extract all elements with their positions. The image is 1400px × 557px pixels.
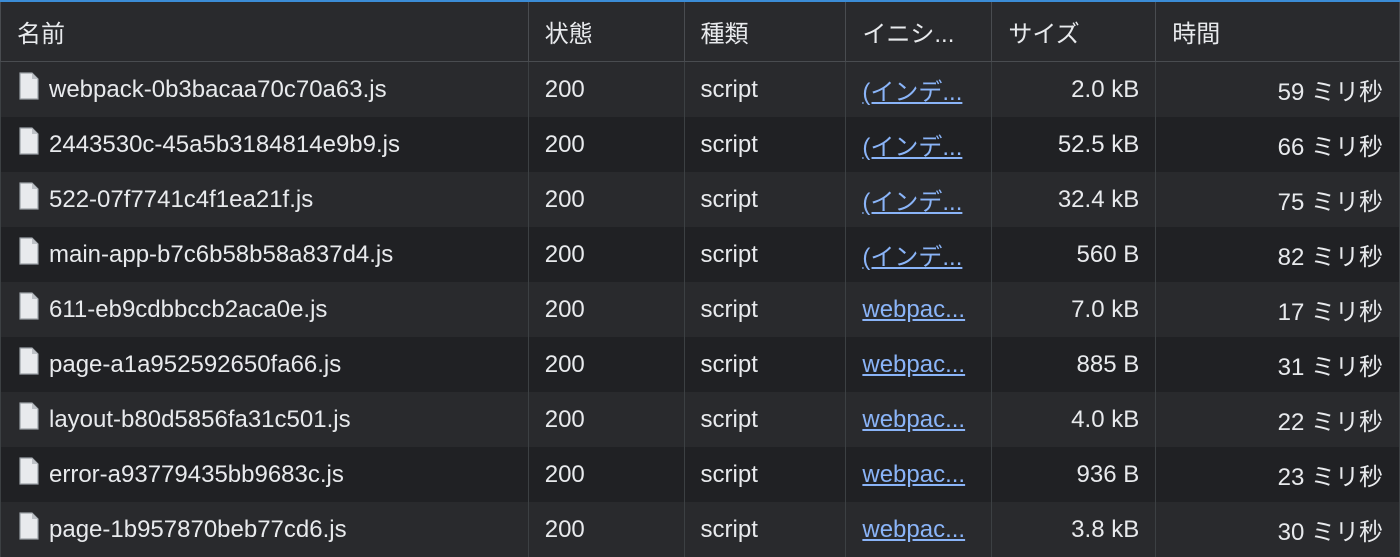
cell-initiator[interactable]: webpac...: [846, 447, 992, 502]
file-name-text: layout-b80d5856fa31c501.js: [49, 406, 351, 434]
cell-name[interactable]: 2443530c-45a5b3184814e9b9.js: [1, 117, 529, 172]
file-name-text: main-app-b7c6b58b58a837d4.js: [49, 241, 393, 269]
network-table: 名前 状態 種類 イニシ... サイズ 時間 webpack-0b3bacaa7…: [0, 0, 1400, 557]
table-header-row: 名前 状態 種類 イニシ... サイズ 時間: [1, 1, 1400, 62]
cell-size: 52.5 kB: [992, 117, 1156, 172]
cell-status: 200: [528, 62, 684, 118]
file-icon: [17, 182, 39, 217]
cell-name[interactable]: 522-07f7741c4f1ea21f.js: [1, 172, 529, 227]
cell-size: 4.0 kB: [992, 392, 1156, 447]
initiator-link[interactable]: (インデ...: [862, 189, 962, 216]
cell-name[interactable]: webpack-0b3bacaa70c70a63.js: [1, 62, 529, 118]
cell-size: 32.4 kB: [992, 172, 1156, 227]
cell-size: 7.0 kB: [992, 282, 1156, 337]
cell-time: 22 ミリ秒: [1156, 392, 1400, 447]
column-header-size[interactable]: サイズ: [992, 1, 1156, 62]
column-header-time[interactable]: 時間: [1156, 1, 1400, 62]
cell-size: 560 B: [992, 227, 1156, 282]
cell-type: script: [684, 172, 846, 227]
file-icon: [17, 457, 39, 492]
cell-type: script: [684, 337, 846, 392]
cell-size: 885 B: [992, 337, 1156, 392]
cell-time: 23 ミリ秒: [1156, 447, 1400, 502]
cell-status: 200: [528, 227, 684, 282]
cell-initiator[interactable]: (インデ...: [846, 172, 992, 227]
cell-size: 936 B: [992, 447, 1156, 502]
initiator-link[interactable]: webpac...: [862, 296, 965, 323]
column-header-initiator[interactable]: イニシ...: [846, 1, 992, 62]
table-row[interactable]: 522-07f7741c4f1ea21f.js 200script (インデ... 3…: [1, 172, 1400, 227]
cell-type: script: [684, 227, 846, 282]
cell-name[interactable]: layout-b80d5856fa31c501.js: [1, 392, 529, 447]
initiator-link[interactable]: webpac...: [862, 461, 965, 488]
cell-initiator[interactable]: webpac...: [846, 337, 992, 392]
column-header-type[interactable]: 種類: [684, 1, 846, 62]
cell-initiator[interactable]: webpac...: [846, 392, 992, 447]
column-header-status[interactable]: 状態: [528, 1, 684, 62]
cell-time: 75 ミリ秒: [1156, 172, 1400, 227]
file-icon: [17, 237, 39, 272]
cell-status: 200: [528, 337, 684, 392]
cell-time: 59 ミリ秒: [1156, 62, 1400, 118]
initiator-link[interactable]: webpac...: [862, 406, 965, 433]
file-icon: [17, 292, 39, 327]
file-icon: [17, 127, 39, 162]
cell-size: 2.0 kB: [992, 62, 1156, 118]
cell-size: 3.8 kB: [992, 502, 1156, 557]
cell-name[interactable]: page-1b957870beb77cd6.js: [1, 502, 529, 557]
cell-initiator[interactable]: (インデ...: [846, 117, 992, 172]
table-row[interactable]: page-1b957870beb77cd6.js 200script webpac.…: [1, 502, 1400, 557]
cell-status: 200: [528, 172, 684, 227]
table-row[interactable]: layout-b80d5856fa31c501.js 200script webpa…: [1, 392, 1400, 447]
file-icon: [17, 512, 39, 547]
cell-status: 200: [528, 447, 684, 502]
cell-type: script: [684, 117, 846, 172]
cell-time: 66 ミリ秒: [1156, 117, 1400, 172]
cell-name[interactable]: error-a93779435bb9683c.js: [1, 447, 529, 502]
initiator-link[interactable]: webpac...: [862, 516, 965, 543]
table-row[interactable]: main-app-b7c6b58b58a837d4.js 200script (イン…: [1, 227, 1400, 282]
cell-time: 31 ミリ秒: [1156, 337, 1400, 392]
file-name-text: 522-07f7741c4f1ea21f.js: [49, 186, 313, 214]
cell-type: script: [684, 447, 846, 502]
file-name-text: 611-eb9cdbbccb2aca0e.js: [49, 296, 327, 324]
column-header-name[interactable]: 名前: [1, 1, 529, 62]
cell-type: script: [684, 502, 846, 557]
cell-initiator[interactable]: webpac...: [846, 282, 992, 337]
table-row[interactable]: page-a1a952592650fa66.js 200script webpac.…: [1, 337, 1400, 392]
cell-time: 82 ミリ秒: [1156, 227, 1400, 282]
cell-time: 30 ミリ秒: [1156, 502, 1400, 557]
cell-type: script: [684, 392, 846, 447]
cell-name[interactable]: page-a1a952592650fa66.js: [1, 337, 529, 392]
file-icon: [17, 347, 39, 382]
cell-name[interactable]: 611-eb9cdbbccb2aca0e.js: [1, 282, 529, 337]
cell-status: 200: [528, 392, 684, 447]
cell-time: 17 ミリ秒: [1156, 282, 1400, 337]
cell-type: script: [684, 62, 846, 118]
file-icon: [17, 402, 39, 437]
file-name-text: page-a1a952592650fa66.js: [49, 351, 341, 379]
initiator-link[interactable]: webpac...: [862, 351, 965, 378]
file-name-text: 2443530c-45a5b3184814e9b9.js: [49, 131, 400, 159]
cell-status: 200: [528, 117, 684, 172]
table-row[interactable]: 2443530c-45a5b3184814e9b9.js 200script (イン…: [1, 117, 1400, 172]
initiator-link[interactable]: (インデ...: [862, 79, 962, 106]
cell-status: 200: [528, 282, 684, 337]
cell-initiator[interactable]: (インデ...: [846, 62, 992, 118]
file-name-text: page-1b957870beb77cd6.js: [49, 516, 347, 544]
cell-name[interactable]: main-app-b7c6b58b58a837d4.js: [1, 227, 529, 282]
file-name-text: webpack-0b3bacaa70c70a63.js: [49, 76, 387, 104]
table-row[interactable]: error-a93779435bb9683c.js 200script webpac…: [1, 447, 1400, 502]
table-row[interactable]: 611-eb9cdbbccb2aca0e.js 200script webpac..…: [1, 282, 1400, 337]
file-name-text: error-a93779435bb9683c.js: [49, 461, 344, 489]
cell-type: script: [684, 282, 846, 337]
cell-status: 200: [528, 502, 684, 557]
initiator-link[interactable]: (インデ...: [862, 134, 962, 161]
cell-initiator[interactable]: webpac...: [846, 502, 992, 557]
cell-initiator[interactable]: (インデ...: [846, 227, 992, 282]
file-icon: [17, 72, 39, 107]
table-row[interactable]: webpack-0b3bacaa70c70a63.js 200script (インデ…: [1, 62, 1400, 118]
initiator-link[interactable]: (インデ...: [862, 244, 962, 271]
